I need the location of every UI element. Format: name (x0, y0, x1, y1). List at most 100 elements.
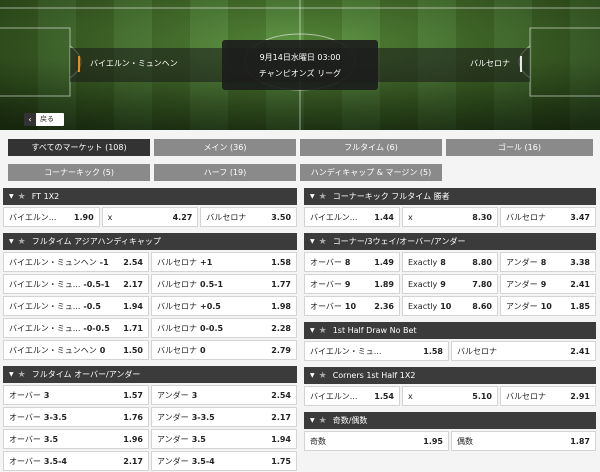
filter-half[interactable]: ハーフ (19) (154, 164, 296, 181)
selection-name: バイエルン... (310, 212, 358, 222)
favorite-star-icon[interactable]: ★ (18, 192, 26, 202)
filter-goals[interactable]: ゴール (16) (446, 139, 593, 156)
odds-selection[interactable]: アンダー 10 1.85 (500, 296, 596, 316)
odds-row: バイエルン... 1.90 x 4.27 バルセロナ 3.50 (3, 207, 298, 227)
favorite-star-icon[interactable]: ★ (319, 416, 327, 426)
filter-fulltime[interactable]: フルタイム (6) (300, 139, 442, 156)
odds-selection[interactable]: アンダー 3.5-4 1.75 (151, 451, 297, 471)
odds-selection[interactable]: オーバー 3.5 1.96 (3, 429, 149, 449)
market-header[interactable]: ▼ ★ コーナー/3ウェイ/オーバー/アンダー (304, 233, 596, 250)
filter-all-markets[interactable]: すべてのマーケット (108) (8, 139, 150, 156)
selection-line: 8 (344, 257, 351, 267)
market-header[interactable]: ▼ ★ フルタイム オーバー/アンダー (3, 366, 297, 383)
favorite-star-icon[interactable]: ★ (18, 370, 26, 380)
favorite-star-icon[interactable]: ★ (319, 237, 327, 247)
odds-selection[interactable]: 奇数 1.95 (304, 431, 449, 451)
odds-selection[interactable]: アンダー 3-3.5 2.17 (151, 407, 297, 427)
odds-selection[interactable]: アンダー 8 3.38 (500, 252, 596, 272)
collapse-arrow-icon[interactable]: ▼ (310, 193, 315, 200)
favorite-star-icon[interactable]: ★ (319, 326, 327, 336)
odds-selection[interactable]: Exactly 10 8.60 (402, 296, 498, 316)
collapse-arrow-icon[interactable]: ▼ (9, 193, 14, 200)
odds-selection[interactable]: x 5.10 (402, 386, 498, 406)
odds-selection[interactable]: バルセロナ 3.50 (200, 207, 298, 227)
odds-selection[interactable]: バイエルン... 1.44 (304, 207, 400, 227)
favorite-star-icon[interactable]: ★ (18, 237, 26, 247)
odds-selection[interactable]: バルセロナ 0.5-1 1.77 (151, 274, 297, 294)
favorite-star-icon[interactable]: ★ (319, 371, 327, 381)
market-header[interactable]: ▼ ★ 1st Half Draw No Bet (304, 322, 596, 339)
filter-handicap-margin[interactable]: ハンディキャップ & マージン (5) (300, 164, 442, 181)
odds-selection[interactable]: アンダー 3.5 1.94 (151, 429, 297, 449)
collapse-arrow-icon[interactable]: ▼ (9, 238, 14, 245)
filter-main[interactable]: メイン (36) (154, 139, 296, 156)
odds-selection[interactable]: オーバー 3.5-4 2.17 (3, 451, 149, 471)
selection-name: バイエルン・ミュンヘン (9, 257, 97, 267)
odds-selection[interactable]: オーバー 3 1.57 (3, 385, 149, 405)
selection-name: バルセロナ (157, 279, 197, 289)
odds-selection[interactable]: Exactly 9 7.80 (402, 274, 498, 294)
odds-selection[interactable]: バイエルン・ミュンヘン -1 2.54 (3, 252, 149, 272)
odds-selection[interactable]: Exactly 8 8.80 (402, 252, 498, 272)
odds-selection[interactable]: バイエルン... 1.54 (304, 386, 400, 406)
collapse-arrow-icon[interactable]: ▼ (310, 372, 315, 379)
selection-label: オーバー 3.5-4 (9, 456, 67, 467)
market-header[interactable]: ▼ ★ フルタイム アジアハンディキャップ (3, 233, 297, 250)
odds-row: バイエルン・ミュンヘン -1 2.54 バルセロナ +1 1.58 (3, 252, 297, 272)
selection-odds: 2.79 (271, 345, 291, 355)
selection-name: アンダー (506, 279, 538, 289)
market-header[interactable]: ▼ ★ FT 1X2 (3, 188, 297, 205)
market-header[interactable]: ▼ ★ Corners 1st Half 1X2 (304, 367, 596, 384)
odds-selection[interactable]: 偶数 1.87 (451, 431, 596, 451)
odds-selection[interactable]: x 8.30 (402, 207, 498, 227)
selection-line: 0-0.5 (200, 323, 224, 333)
market-header[interactable]: ▼ ★ 奇数/偶数 (304, 412, 596, 429)
selection-name: オーバー (310, 301, 342, 311)
selection-line: 9 (540, 279, 547, 289)
odds-selection[interactable]: バイエルン・ミュ... -0.5-1 2.17 (3, 274, 149, 294)
odds-selection[interactable]: バイエルン・ミュ... -0.5 1.94 (3, 296, 149, 316)
odds-selection[interactable]: バルセロナ +0.5 1.98 (151, 296, 297, 316)
odds-selection[interactable]: アンダー 3 2.54 (151, 385, 297, 405)
odds-selection[interactable]: バルセロナ 3.47 (500, 207, 596, 227)
selection-line: +1 (200, 257, 213, 267)
odds-row: バイエルン・ミュ... 1.58 バルセロナ 2.41 (304, 341, 596, 361)
odds-selection[interactable]: オーバー 3-3.5 1.76 (3, 407, 149, 427)
odds-selection[interactable]: バルセロナ 0-0.5 2.28 (151, 318, 297, 338)
odds-selection[interactable]: バイエルン... 1.90 (3, 207, 100, 227)
odds-selection[interactable]: バイエルン・ミュ... 1.58 (304, 341, 449, 361)
odds-selection[interactable]: オーバー 8 1.49 (304, 252, 400, 272)
odds-selection[interactable]: バルセロナ 0 2.79 (151, 340, 297, 360)
odds-selection[interactable]: バルセロナ 2.91 (500, 386, 596, 406)
collapse-arrow-icon[interactable]: ▼ (310, 327, 315, 334)
back-button[interactable]: ‹ 戻る (24, 113, 64, 126)
odds-selection[interactable]: x 4.27 (101, 207, 199, 227)
odds-selection[interactable]: バイエルン・ミュ... -0-0.5 1.71 (3, 318, 149, 338)
odds-selection[interactable]: バイエルン・ミュンヘン 0 1.50 (3, 340, 149, 360)
selection-label: Exactly 10 (408, 302, 451, 311)
selection-line: 3.5 (191, 434, 206, 444)
market-header[interactable]: ▼ ★ コーナーキック フルタイム 勝者 (304, 188, 596, 205)
market-title: FT 1X2 (31, 192, 60, 201)
selection-odds: 1.98 (271, 301, 291, 311)
selection-odds: 1.50 (123, 345, 143, 355)
selection-label: アンダー 3.5 (157, 434, 206, 445)
odds-row: バイエルン・ミュ... -0-0.5 1.71 バルセロナ 0-0.5 2.28 (3, 318, 297, 338)
selection-line: 9 (440, 279, 446, 289)
favorite-star-icon[interactable]: ★ (319, 192, 327, 202)
odds-selection[interactable]: バルセロナ 2.41 (451, 341, 596, 361)
collapse-arrow-icon[interactable]: ▼ (310, 417, 315, 424)
selection-line: 8 (540, 257, 547, 267)
selection-name: 奇数 (310, 436, 326, 446)
odds-selection[interactable]: アンダー 9 2.41 (500, 274, 596, 294)
selection-line: 0 (99, 345, 106, 355)
collapse-arrow-icon[interactable]: ▼ (9, 371, 14, 378)
selection-label: バルセロナ (457, 346, 497, 357)
odds-selection[interactable]: オーバー 9 1.89 (304, 274, 400, 294)
collapse-arrow-icon[interactable]: ▼ (310, 238, 315, 245)
filter-corners[interactable]: コーナーキック (5) (8, 164, 150, 181)
odds-selection[interactable]: バルセロナ +1 1.58 (151, 252, 297, 272)
odds-selection[interactable]: オーバー 10 2.36 (304, 296, 400, 316)
selection-name: バイエルン・ミュンヘン (9, 345, 97, 355)
markets-left-column: ▼ ★ FT 1X2 バイエルン... 1.90 x 4.27 バルセロナ 3.50 ▼ ★ フルタイ… (3, 188, 298, 472)
